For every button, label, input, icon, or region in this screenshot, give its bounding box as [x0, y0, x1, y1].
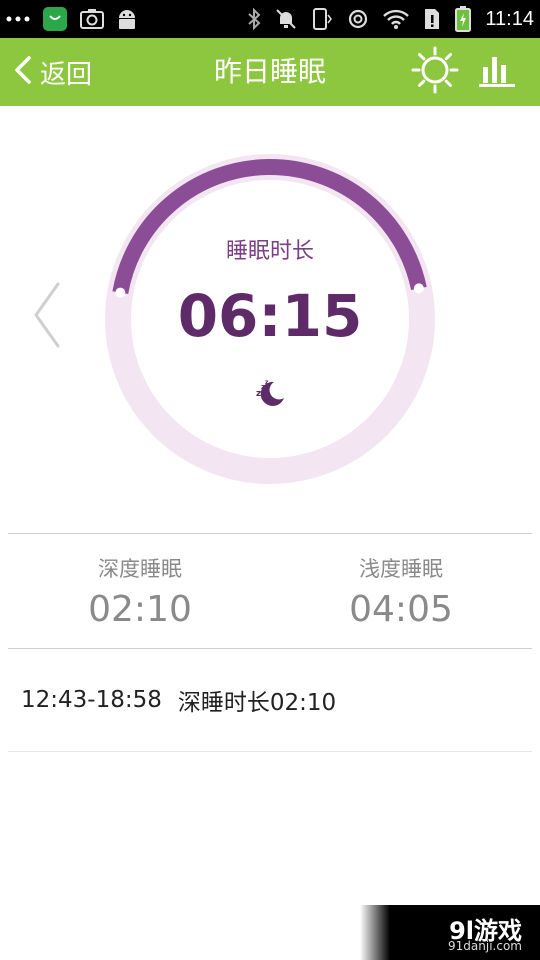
- app-header: 返回 昨日睡眠: [0, 38, 540, 106]
- sim-alert-icon: [423, 7, 441, 31]
- shopping-bag-icon: [42, 6, 68, 32]
- light-sleep-label: 浅度睡眠: [359, 557, 443, 581]
- light-sleep-stat: 浅度睡眠 04:05: [301, 553, 501, 630]
- divider-bottom: [8, 751, 532, 752]
- deep-sleep-stat: 深度睡眠 02:10: [40, 553, 240, 630]
- watermark-url: 91danji.com: [448, 939, 522, 953]
- back-label: 返回: [40, 59, 93, 90]
- back-button[interactable]: 返回: [12, 38, 92, 106]
- ring-label: 睡眠时长: [225, 239, 314, 264]
- battery-charging-icon: [455, 6, 472, 32]
- statistics-button[interactable]: [474, 38, 520, 106]
- chevron-left-icon: [12, 55, 34, 89]
- android-icon: [116, 8, 138, 30]
- vibrate-icon: [311, 7, 333, 31]
- sleep-duration-value: 06:15: [177, 282, 363, 350]
- sleeping-moon-icon: z z z: [254, 376, 286, 412]
- svg-text:z: z: [265, 379, 269, 386]
- status-time: 11:14: [485, 7, 534, 30]
- screenshot-icon: [80, 8, 104, 30]
- status-bar-left: [6, 0, 138, 38]
- status-bar: 11:14: [0, 0, 540, 38]
- sun-icon: [411, 46, 459, 98]
- light-sleep-value: 04:05: [349, 589, 453, 630]
- overflow-dots-icon: [6, 16, 30, 22]
- mute-icon: [275, 8, 297, 30]
- divider-middle: [8, 648, 532, 649]
- ring-progress-arc: [112, 159, 427, 295]
- sleep-duration-ring: 睡眠时长 06:15 z z z: [0, 150, 540, 490]
- deep-sleep-value: 02:10: [88, 589, 192, 630]
- previous-day-chevron-icon[interactable]: [30, 280, 64, 354]
- record-time-range: 12:43-18:58: [21, 687, 162, 713]
- deep-sleep-label: 深度睡眠: [98, 557, 182, 581]
- brightness-button[interactable]: [408, 38, 462, 106]
- divider-top: [8, 533, 532, 534]
- wifi-icon: [383, 8, 410, 30]
- status-bar-right: 11:14: [247, 0, 534, 38]
- sleep-record-row[interactable]: 12:43-18:58 深睡时长02:10: [8, 650, 532, 750]
- record-description: 深睡时长02:10: [177, 690, 337, 716]
- bluetooth-icon: [247, 8, 261, 30]
- watermark: 9l游戏 91danji.com: [360, 905, 540, 960]
- sync-icon: [347, 8, 369, 30]
- bar-chart-icon: [479, 53, 515, 91]
